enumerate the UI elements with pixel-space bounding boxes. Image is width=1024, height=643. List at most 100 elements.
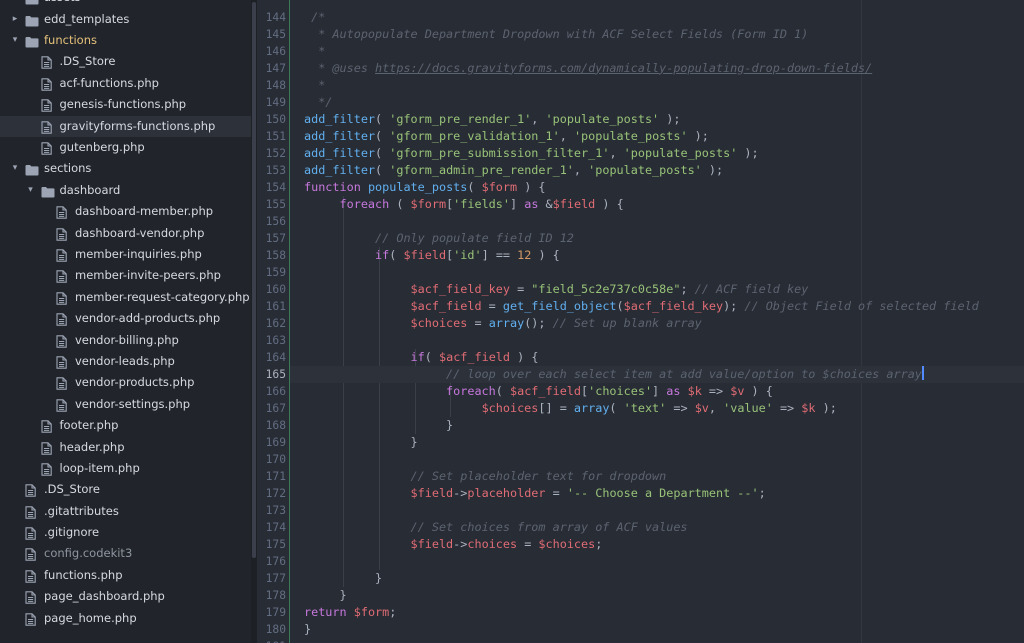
code-token: */	[304, 94, 333, 109]
line-number: 144	[265, 10, 286, 24]
sidebar-scrollbar-thumb[interactable]	[252, 2, 256, 558]
code-token: 'gform_pre_validation_1'	[389, 128, 560, 143]
tree-file[interactable]: dashboard-vendor.php	[0, 223, 251, 244]
code-line[interactable]: * @uses https://docs.gravityforms.com/dy…	[304, 60, 872, 77]
code-token: 'populate_posts'	[545, 111, 660, 126]
tree-file[interactable]: vendor-add-products.php	[0, 308, 251, 329]
code-line[interactable]: }	[304, 417, 453, 434]
code-line[interactable]: }	[304, 570, 382, 587]
code-token: 'gform_admin_pre_render_1'	[389, 162, 574, 177]
tree-file[interactable]: vendor-leads.php	[0, 351, 251, 372]
code-line[interactable]: if( $acf_field ) {	[304, 349, 539, 366]
code-token: array	[573, 400, 610, 415]
line-number: 166	[265, 384, 286, 398]
tree-folder[interactable]: ▾ functions	[0, 30, 251, 51]
code-line[interactable]: function populate_posts( $form ) {	[304, 179, 546, 196]
code-line[interactable]: *	[304, 43, 325, 60]
code-line[interactable]: }	[304, 434, 418, 451]
chevron-down-icon[interactable]: ▾	[10, 30, 20, 51]
code-line[interactable]: $field->choices = $choices;	[304, 536, 603, 553]
code-line[interactable]: foreach( $acf_field['choices'] as $k => …	[304, 383, 773, 400]
code-line[interactable]: foreach ( $form['fields'] as &$field ) {	[304, 196, 624, 213]
code-token: ) {	[517, 179, 546, 194]
code-line[interactable]: * Autopopulate Department Dropdown with …	[304, 26, 808, 43]
tree-file[interactable]: page_home.php	[0, 608, 251, 629]
code-token: =	[545, 485, 567, 500]
code-editor[interactable]: 144 145 146 147 148 149 150 151 152 153 154 155 156 1…	[257, 0, 1024, 643]
tree-file[interactable]: member-inquiries.php	[0, 244, 251, 265]
code-line[interactable]: $choices[] = array( 'text' => $v, 'value…	[304, 400, 837, 417]
code-token: ();	[524, 315, 553, 330]
code-token: 'gform_pre_render_1'	[389, 111, 532, 126]
chevron-right-icon[interactable]: ▸	[10, 0, 20, 9]
code-line[interactable]: /*	[304, 9, 325, 26]
line-number: 165	[265, 367, 286, 381]
tree-file[interactable]: gutenberg.php	[0, 137, 251, 158]
tree-file[interactable]: header.php	[0, 437, 251, 458]
code-token: $choices	[410, 315, 468, 330]
line-number: 148	[265, 78, 286, 92]
code-line[interactable]: return $form;	[304, 604, 396, 621]
tree-item-label: .gitignore	[44, 525, 100, 540]
tree-file[interactable]: loop-item.php	[0, 458, 251, 479]
line-number: 162	[265, 316, 286, 330]
code-line[interactable]: add_filter( 'gform_pre_validation_1', 'p…	[304, 128, 709, 145]
chevron-down-icon[interactable]: ▾	[26, 180, 36, 201]
line-number: 170	[265, 452, 286, 466]
code-token: $field	[410, 536, 454, 551]
code-token: $v	[694, 400, 709, 415]
tree-file[interactable]: functions.php	[0, 565, 251, 586]
code-token: $acf_field	[410, 298, 482, 313]
code-line[interactable]: // loop over each select item at add val…	[304, 365, 924, 383]
tree-file[interactable]: member-invite-peers.php	[0, 265, 251, 286]
chevron-down-icon[interactable]: ▾	[10, 158, 20, 179]
code-token: =>	[701, 383, 731, 398]
tree-folder[interactable]: ▸ edd_templates	[0, 9, 251, 30]
tree-file[interactable]: genesis-functions.php	[0, 94, 251, 115]
tree-file[interactable]: dashboard-member.php	[0, 201, 251, 222]
tree-file[interactable]: acf-functions.php	[0, 73, 251, 94]
tree-file[interactable]: config.codekit3	[0, 543, 251, 564]
code-token: (	[375, 162, 390, 177]
tree-file[interactable]: vendor-billing.php	[0, 330, 251, 351]
code-token: ) {	[510, 349, 539, 364]
tree-item-label: dashboard-member.php	[75, 204, 214, 219]
tree-file[interactable]: footer.php	[0, 415, 251, 436]
tree-file[interactable]: gravityforms-functions.php	[0, 115, 251, 138]
code-line[interactable]: $acf_field = get_field_object($acf_field…	[304, 298, 979, 315]
tree-file[interactable]: vendor-settings.php	[0, 394, 251, 415]
tree-folder[interactable]: ▾ sections	[0, 158, 251, 179]
code-line[interactable]: }	[304, 587, 347, 604]
code-token: add_filter	[304, 111, 376, 126]
tree-file[interactable]: page_dashboard.php	[0, 586, 251, 607]
code-token: ]	[652, 383, 667, 398]
chevron-right-icon[interactable]: ▸	[10, 9, 20, 30]
wrap-guide	[861, 0, 862, 643]
tree-file[interactable]: .gitignore	[0, 522, 251, 543]
code-line[interactable]: $choices = array(); // Set up blank arra…	[304, 315, 702, 332]
tree-folder[interactable]: ▾ dashboard	[0, 180, 251, 201]
line-number: 149	[265, 95, 286, 109]
code-line[interactable]: $field->placeholder = '-- Choose a Depar…	[304, 485, 766, 502]
code-line[interactable]: // Set choices from array of ACF values	[304, 519, 688, 536]
tree-folder[interactable]: ▸ assets	[0, 0, 251, 9]
code-line[interactable]: }	[304, 621, 311, 638]
tree-item-label: gravityforms-functions.php	[59, 118, 216, 133]
code-line[interactable]: if( $field['id'] == 12 ) {	[304, 247, 560, 264]
tree-file[interactable]: member-request-category.php	[0, 287, 251, 308]
code-token: }	[304, 621, 312, 636]
code-line[interactable]: */	[304, 94, 332, 111]
code-line[interactable]: *	[304, 77, 325, 94]
code-line[interactable]: add_filter( 'gform_pre_submission_filter…	[304, 145, 759, 162]
tree-file[interactable]: .gitattributes	[0, 501, 251, 522]
tree-file[interactable]: vendor-products.php	[0, 372, 251, 393]
tree-file[interactable]: .DS_Store	[0, 479, 251, 500]
code-line[interactable]: add_filter( 'gform_admin_pre_render_1', …	[304, 162, 723, 179]
tree-item-label: gutenberg.php	[59, 140, 145, 155]
tree-file[interactable]: .DS_Store	[0, 51, 251, 72]
code-line[interactable]: // Only populate field ID 12	[304, 230, 574, 247]
code-line[interactable]: // Set placeholder text for dropdown	[304, 468, 667, 485]
code-line[interactable]: add_filter( 'gform_pre_render_1', 'popul…	[304, 111, 680, 128]
code-line[interactable]: $acf_field_key = "field_5c2e737c0c58e"; …	[304, 281, 809, 298]
